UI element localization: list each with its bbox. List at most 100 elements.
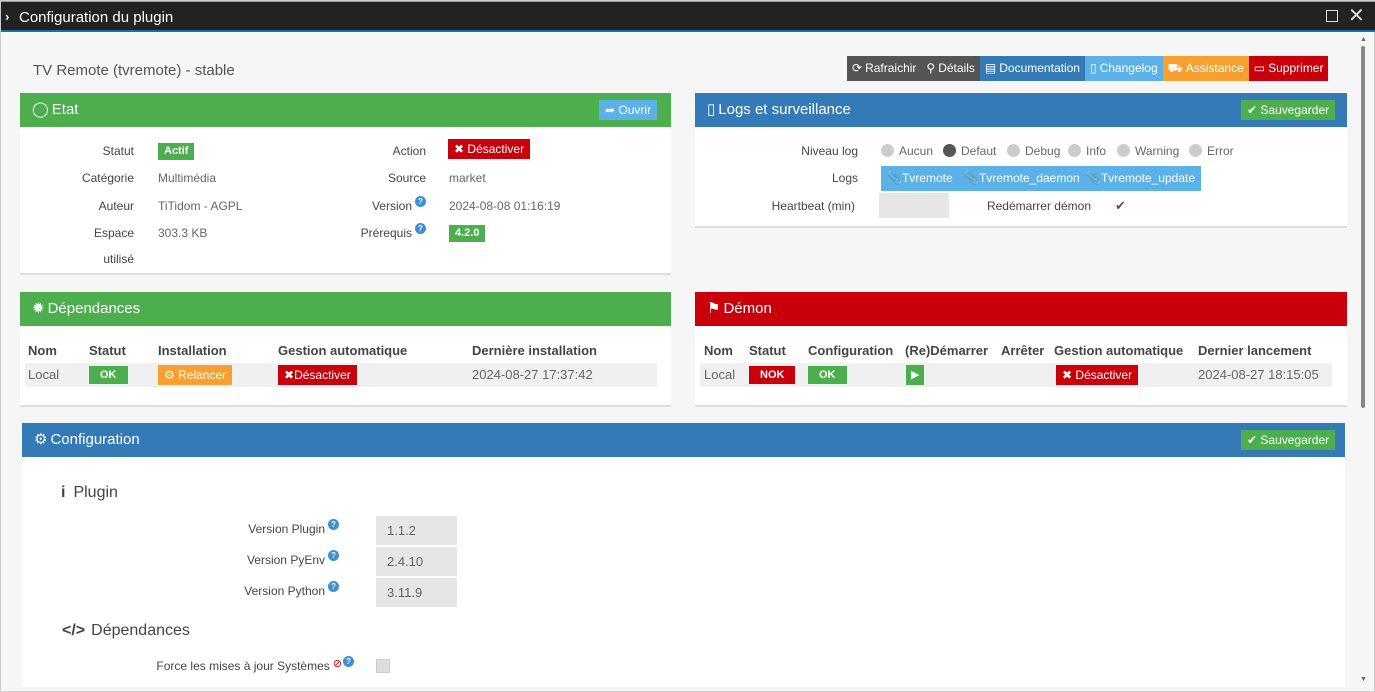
- radio-defaut[interactable]: Defaut: [943, 144, 996, 158]
- scrollbar[interactable]: ▲ ▼: [1358, 34, 1372, 689]
- disable-plugin-button[interactable]: ✖ Désactiver: [448, 139, 531, 159]
- prerequis-label: Prérequis?: [330, 223, 426, 240]
- radio-aucun[interactable]: Aucun: [881, 144, 933, 158]
- bicycle-icon: ⚙: [164, 368, 175, 382]
- categorie-label: Catégorie: [81, 171, 134, 185]
- radio-warning[interactable]: Warning: [1117, 144, 1179, 158]
- version-pyenv-input[interactable]: 2.4.10: [376, 547, 457, 576]
- chevron-right-icon: ›: [5, 9, 10, 24]
- level-label: Warning: [1135, 144, 1180, 158]
- info-icon: i: [61, 484, 66, 501]
- play-icon: ▶: [911, 369, 920, 381]
- col-header: Statut: [89, 343, 126, 358]
- assistance-label: Assistance: [1185, 61, 1244, 75]
- table-row: Local OK ⚙ Relancer ✖Désactiver 2024-08-…: [25, 363, 657, 387]
- cogs-icon: ⚙: [34, 431, 48, 448]
- log-file-tvremote[interactable]: 📎Tvremote: [881, 166, 959, 191]
- col-header: Nom: [28, 343, 57, 358]
- dep-auto-disable-label: Désactiver: [294, 368, 351, 382]
- log-file-label: Tvremote_daemon: [978, 171, 1080, 185]
- maximize-icon[interactable]: [1326, 10, 1338, 22]
- plugin-section-title: i Plugin: [61, 484, 118, 502]
- radio-info[interactable]: Info: [1068, 144, 1106, 158]
- log-file-tvremote-update[interactable]: 📎Tvremote_update: [1080, 166, 1202, 191]
- restart-daemon-checkbox[interactable]: ✔: [1115, 198, 1126, 214]
- table-row: Local NOK OK ▶ ✖ Désactiver 2024-08-27 1…: [700, 363, 1332, 387]
- help-icon[interactable]: ?: [415, 223, 426, 234]
- documentation-button[interactable]: ▤ Documentation: [979, 56, 1085, 81]
- trash-icon: ▭: [1253, 61, 1266, 75]
- dep-status-badge: OK: [89, 366, 128, 384]
- col-header: Statut: [749, 343, 786, 358]
- check-circle-icon: ✔: [1247, 103, 1258, 117]
- field-label: Force les mises à jour Systèmes: [156, 659, 330, 673]
- demon-auto-disable-button[interactable]: ✖ Désactiver: [1056, 365, 1139, 385]
- share-icon: ➦: [605, 103, 616, 117]
- circle-notch-icon: ◯: [32, 101, 49, 118]
- help-icon[interactable]: ?: [343, 656, 354, 667]
- relaunch-button[interactable]: ⚙ Relancer: [158, 365, 233, 385]
- logs-save-button[interactable]: ✔ Sauvegarder: [1241, 100, 1336, 120]
- version-plugin-input[interactable]: 1.1.2: [376, 516, 457, 545]
- plugin-config-window: › Configuration du plugin ✕ ▲ ▼ TV Remot…: [0, 0, 1375, 692]
- level-label: Error: [1207, 144, 1234, 158]
- dep-last-install: 2024-08-27 17:37:42: [472, 367, 593, 382]
- times-icon: ✖: [454, 142, 465, 156]
- version-label-text: Version: [371, 199, 412, 213]
- statut-label: Statut: [102, 144, 134, 158]
- ban-icon: ⊘: [332, 658, 342, 670]
- relaunch-label: Relancer: [178, 368, 227, 382]
- version-python-input[interactable]: 3.11.9: [376, 578, 457, 607]
- scroll-up-icon[interactable]: ▲: [1360, 36, 1367, 43]
- ambulance-icon: ⛟: [1167, 61, 1183, 75]
- details-button[interactable]: ⚲ Détails: [921, 56, 980, 81]
- radio-dot: [1189, 144, 1202, 157]
- log-file-label: Tvremote: [901, 171, 953, 185]
- config-save-button[interactable]: ✔ Sauvegarder: [1241, 430, 1336, 450]
- field-label: Version Python: [244, 584, 325, 598]
- force-update-checkbox[interactable]: [376, 659, 390, 673]
- plugin-section-label: Plugin: [73, 484, 118, 501]
- etat-title: Etat: [51, 101, 79, 118]
- dep-auto-disable-button[interactable]: ✖Désactiver: [278, 365, 357, 385]
- changelog-button[interactable]: ▯ Changelog: [1084, 56, 1163, 81]
- refresh-button[interactable]: ⟳ Rafraichir: [847, 56, 922, 81]
- logs-panel: ▯ Logs et surveillance ✔ Sauvegarder Nive…: [695, 93, 1347, 228]
- demon-header: ⚑ Démon: [695, 292, 1347, 326]
- heartbeat-label: Heartbeat (min): [771, 199, 855, 213]
- university-icon: ⚑: [707, 300, 721, 317]
- start-daemon-button[interactable]: ▶: [906, 365, 925, 385]
- prerequis-label-text: Prérequis: [360, 226, 412, 240]
- log-file-tvremote-daemon[interactable]: 📎Tvremote_daemon: [958, 166, 1086, 191]
- etat-panel: ◯ Etat ➦ Ouvrir Statut Actif Catégorie Mu…: [20, 93, 671, 275]
- paperclip-icon: 📎: [964, 171, 979, 185]
- help-icon[interactable]: ?: [328, 550, 339, 561]
- force-update-label: Force les mises à jour Systèmes ⊘?: [122, 656, 354, 673]
- niveau-log-label: Niveau log: [801, 144, 858, 158]
- help-icon[interactable]: ?: [328, 581, 339, 592]
- dependances-title: Dépendances: [47, 300, 141, 317]
- field-label: Version Plugin: [248, 522, 325, 536]
- restart-daemon-label: Redémarrer démon: [986, 199, 1091, 213]
- radio-dot-selected: [943, 144, 956, 157]
- dep-nom: Local: [28, 367, 60, 382]
- open-button[interactable]: ➦ Ouvrir: [599, 100, 658, 120]
- scroll-down-icon[interactable]: ▼: [1360, 676, 1367, 683]
- version-plugin-label: Version Plugin?: [172, 519, 339, 536]
- col-header: Dernier lancement: [1198, 343, 1312, 358]
- radio-dot: [1117, 144, 1130, 157]
- scrollbar-thumb[interactable]: [1361, 46, 1365, 408]
- close-icon[interactable]: ✕: [1348, 4, 1365, 28]
- source-label: Source: [387, 171, 426, 185]
- search-icon: ⚲: [926, 61, 936, 75]
- radio-debug[interactable]: Debug: [1007, 144, 1060, 158]
- help-icon[interactable]: ?: [328, 519, 339, 530]
- radio-error[interactable]: Error: [1189, 144, 1234, 158]
- help-icon[interactable]: ?: [415, 196, 426, 207]
- heartbeat-input[interactable]: [879, 193, 949, 218]
- assistance-button[interactable]: ⛟ Assistance: [1162, 56, 1249, 81]
- delete-button[interactable]: ▭ Supprimer: [1248, 56, 1329, 81]
- refresh-icon: ⟳: [852, 61, 863, 75]
- code-icon: </>: [62, 622, 86, 639]
- demon-last-launch: 2024-08-27 18:15:05: [1198, 367, 1319, 382]
